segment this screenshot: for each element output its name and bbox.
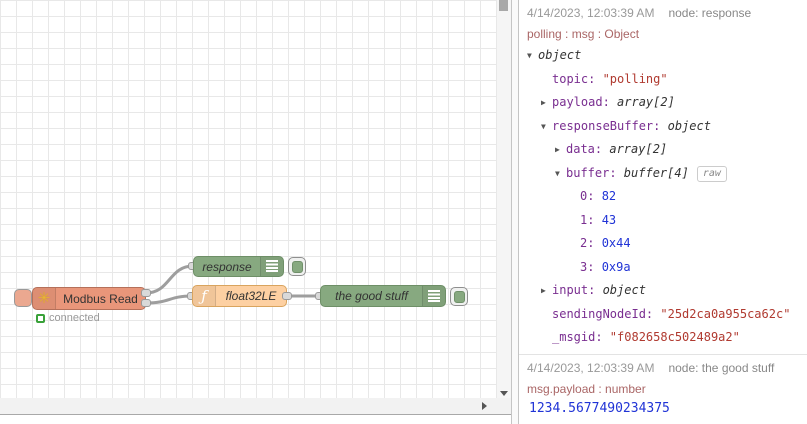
debug-value-type: array[2] (609, 142, 668, 156)
debug-tree-row: ▶ data: array[2] (525, 138, 801, 162)
debug-key: topic: (552, 71, 603, 86)
node-label: response (202, 259, 252, 274)
expand-arrow-icon[interactable]: ▶ (541, 279, 552, 303)
raw-button[interactable]: raw (696, 165, 727, 182)
sidebar-splitter[interactable] (511, 0, 519, 424)
modbus-icon-region: ✳ (33, 288, 56, 309)
debug-tree-row: _msgid: "f082658c502489a2" (525, 326, 801, 350)
node-response[interactable]: response (193, 256, 284, 277)
expand-arrow-icon[interactable]: ▶ (555, 138, 566, 162)
debug-value-number: 43 (601, 212, 617, 227)
debug-value-string: "f082658c502489a2" (609, 330, 740, 344)
expand-arrow-icon[interactable]: ▶ (541, 91, 552, 115)
node-label: the good stuff (335, 289, 408, 303)
debug-value-number: 0x44 (601, 236, 631, 250)
function-icon-region: ƒ (193, 286, 216, 306)
debug-value-type: object (667, 118, 711, 133)
status-text: connected (49, 312, 100, 324)
debug-tree-row: 2: 0x44 (525, 232, 801, 256)
modbus-output-port-1[interactable] (141, 289, 151, 297)
debug-value-number: 82 (601, 189, 617, 203)
node-the-good-stuff[interactable]: the good stuff (320, 285, 446, 307)
wire-modbus-to-function[interactable] (144, 294, 194, 305)
debug-icon-region (260, 257, 283, 276)
debug-toggle-indicator (453, 290, 465, 303)
wire-modbus-to-response[interactable] (144, 264, 195, 295)
debug-key: responseBuffer: (552, 118, 668, 133)
function-icon: ƒ (201, 287, 207, 305)
debug-key: 3: (580, 259, 602, 274)
debug-tree-row: 1: 43 (525, 209, 801, 233)
debug-tree-row: 0: 82 (525, 185, 801, 209)
debug-key: 0: (580, 189, 602, 203)
node-modbus-read[interactable]: ✳ Modbus Read (32, 287, 146, 310)
debug-tree-row: ▶ input: object (525, 279, 801, 303)
canvas-horizontal-scrollbar[interactable] (0, 398, 511, 415)
debug-value-string: "polling" (602, 71, 668, 86)
wire-layer (144, 264, 322, 305)
scroll-right-arrow-icon[interactable] (482, 402, 487, 410)
debug-value-type: object (538, 48, 582, 62)
debug-message-path: polling : msg : Object (527, 27, 640, 41)
debug-key: 1: (580, 212, 602, 227)
debug-key: sendingNodeId: (552, 306, 661, 321)
debug-toggle-indicator (291, 260, 303, 273)
node-label: Modbus Read (63, 291, 138, 306)
collapse-arrow-icon[interactable]: ▼ (541, 115, 552, 139)
debug-tree-row: 3: 0x9a (525, 256, 801, 280)
modbus-output-port-2[interactable] (141, 299, 151, 307)
debug-key: input: (552, 283, 603, 297)
debug-node-name: node: response (668, 6, 752, 20)
vertical-scrollbar-thumb[interactable] (499, 0, 508, 11)
debug-message-meta: 4/14/2023, 12:03:39 AM node: response (525, 6, 801, 20)
scroll-down-arrow-icon[interactable] (500, 391, 508, 396)
collapse-arrow-icon[interactable]: ▼ (527, 44, 538, 68)
debug-value-string: "25d2ca0a955ca62c" (660, 306, 791, 321)
debug-key: _msgid: (552, 330, 610, 344)
debug-key: payload: (552, 95, 618, 109)
debug-value-type: object (602, 283, 646, 297)
debug-tree: ▼ object topic: "polling" ▶ payload: array[2… (525, 44, 801, 350)
debug-message: 4/14/2023, 12:03:39 AM node: the good stu… (519, 355, 807, 424)
debug-tree-row: ▶ payload: array[2] (525, 91, 801, 115)
debug-tree-row: ▼ responseBuffer: object (525, 115, 801, 139)
status-connected-icon (36, 313, 45, 323)
debug-message-path: msg.payload : number (527, 381, 646, 396)
debug-key: data: (566, 142, 610, 156)
debug-icon-region (422, 286, 445, 306)
modbus-icon: ✳ (37, 290, 51, 307)
node-float32le[interactable]: ƒ float32LE (192, 285, 287, 307)
goodstuff-debug-toggle[interactable] (450, 287, 468, 306)
response-debug-toggle[interactable] (288, 257, 306, 276)
flow-canvas[interactable]: ✳ Modbus Read connected response ƒ float… (0, 0, 497, 398)
debug-timestamp: 4/14/2023, 12:03:39 AM (527, 360, 655, 375)
collapse-arrow-icon[interactable]: ▼ (555, 162, 566, 186)
canvas-vertical-scrollbar[interactable] (497, 0, 511, 398)
debug-message: 4/14/2023, 12:03:39 AM node: response pol… (519, 0, 807, 355)
debug-tree-row: ▼ object (525, 44, 801, 68)
modbus-node-button[interactable] (14, 289, 32, 307)
debug-node-name: node: the good stuff (668, 360, 775, 375)
debug-payload-value: 1234.5677490234375 (529, 400, 670, 416)
node-status: connected (36, 312, 100, 324)
debug-tree-row: topic: "polling" (525, 68, 801, 92)
debug-value-number: 0x9a (601, 259, 631, 274)
debug-key: 2: (580, 236, 602, 250)
debug-sidebar: 4/14/2023, 12:03:39 AM node: response pol… (519, 0, 807, 424)
debug-tree-row: sendingNodeId: "25d2ca0a955ca62c" (525, 303, 801, 327)
node-red-window: ✳ Modbus Read connected response ƒ float… (0, 0, 807, 424)
debug-tree-row: ▼ buffer: buffer[4] raw (525, 162, 801, 186)
debug-value-type: array[2] (617, 95, 675, 109)
debug-key: buffer: (566, 165, 624, 180)
debug-list-icon (428, 289, 440, 303)
debug-timestamp: 4/14/2023, 12:03:39 AM (527, 6, 655, 20)
node-label: float32LE (225, 289, 277, 303)
debug-message-meta: 4/14/2023, 12:03:39 AM node: the good stu… (525, 361, 801, 375)
debug-value-type: buffer[4] (623, 165, 689, 180)
debug-list-icon (266, 260, 278, 273)
function-output-port[interactable] (282, 292, 292, 300)
